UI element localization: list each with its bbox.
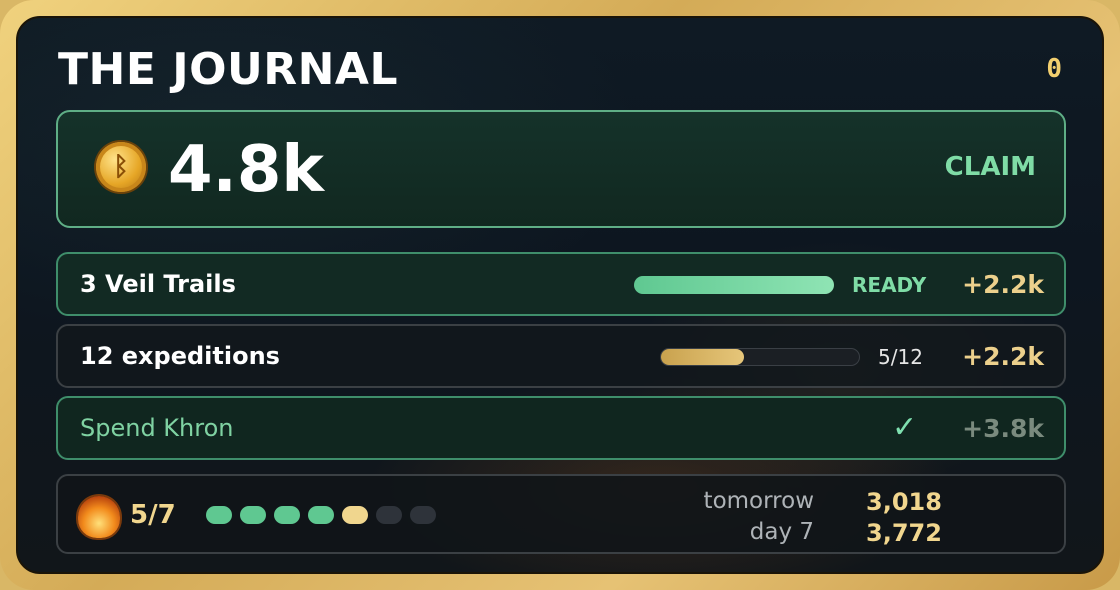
task-row-spend-khron[interactable]: Spend Khron ✓ +3.8k [56,396,1066,460]
task-progress-bar [634,276,834,294]
journal-title: THE JOURNAL [58,44,399,95]
task-reward: +2.2k [962,270,1044,299]
task-progress-fill [661,349,744,365]
streak-pip [240,506,266,524]
task-label: 12 expeditions [80,342,280,370]
tomorrow-value: 3,018 [866,488,942,516]
task-reward: +3.8k [962,414,1044,443]
task-label: Spend Khron [80,414,234,442]
claim-button[interactable]: CLAIM [945,152,1036,182]
tomorrow-label: tomorrow [703,488,814,514]
task-progress-bar [660,348,860,366]
streak-pip [274,506,300,524]
day7-label: day 7 [749,519,814,545]
claimable-balance: 4.8k [168,133,324,207]
streak-pip [308,506,334,524]
task-status: READY [852,273,927,297]
day7-value: 3,772 [866,519,942,547]
task-reward: +2.2k [962,342,1044,371]
journal-panel: THE JOURNAL 0 ᛒ 4.8k CLAIM 3 Veil Trails… [16,16,1104,574]
streak-pip [376,506,402,524]
notification-counter: 0 [1046,54,1062,84]
task-label: 3 Veil Trails [80,270,236,298]
task-status: 5/12 [878,345,923,369]
streak-panel: 5/7 tomorrow 3,018 day 7 3,772 [56,474,1066,554]
task-row-veil-trails[interactable]: 3 Veil Trails READY +2.2k [56,252,1066,316]
task-progress-fill [634,276,834,294]
streak-pip [410,506,436,524]
streak-pip [342,506,368,524]
flame-icon [78,496,120,538]
streak-pips [206,506,436,524]
streak-pip [206,506,232,524]
check-icon: ✓ [892,410,918,445]
streak-count: 5/7 [130,500,176,530]
claim-card: ᛒ 4.8k CLAIM [56,110,1066,228]
journal-frame: THE JOURNAL 0 ᛒ 4.8k CLAIM 3 Veil Trails… [0,0,1120,590]
khron-coin-icon: ᛒ [96,142,146,192]
task-row-expeditions[interactable]: 12 expeditions 5/12 +2.2k [56,324,1066,388]
